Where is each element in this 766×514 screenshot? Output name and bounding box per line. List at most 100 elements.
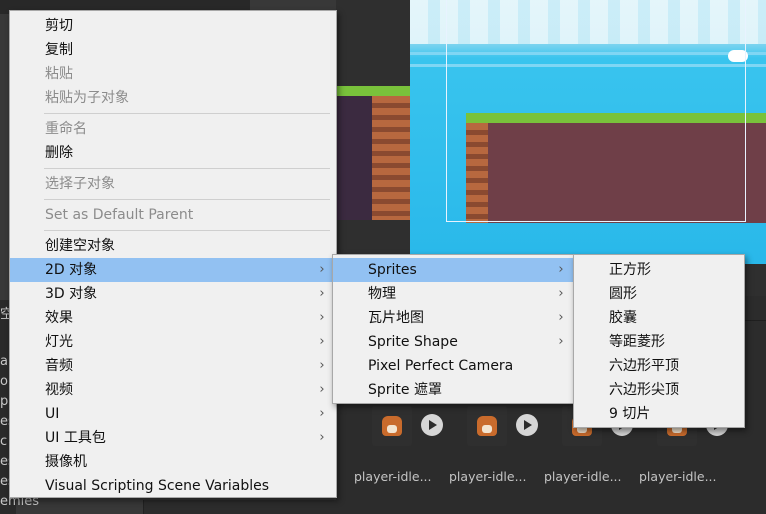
chevron-right-icon: › [319,430,325,445]
chevron-right-icon: › [319,358,325,373]
menu-item-label: 物理 [368,286,396,302]
menu-separator [44,230,330,231]
menu-item-label: 2D 对象 [45,262,98,278]
menu-item-cut[interactable]: 剪切 [10,14,336,38]
chevron-right-icon: › [319,262,325,277]
menu-item-select-children[interactable]: 选择子对象 [10,172,336,196]
asset-thumbnail[interactable] [372,406,412,446]
fox-sprite-icon [382,416,402,436]
asset-label[interactable]: player-idle... [449,469,527,484]
menu-item-label: Pixel Perfect Camera [368,358,514,374]
submenu-sprites: 正方形 圆形 胶囊 等距菱形 六边形平顶 六边形尖顶 9 切片 [573,254,745,428]
project-folder-pane [143,500,344,514]
asset-label[interactable]: player-idle... [639,469,717,484]
menu-item-3d-object[interactable]: 3D 对象 › [10,282,336,306]
menu-item-audio[interactable]: 音频 › [10,354,336,378]
menu-item-label: 选择子对象 [45,176,115,192]
chevron-right-icon: › [319,382,325,397]
submenu-item-sprites[interactable]: Sprites › [333,258,573,282]
chevron-right-icon: › [319,310,325,325]
menu-item-label: 删除 [45,145,73,161]
asset-label[interactable]: player-idle... [354,469,432,484]
menu-item-create-empty[interactable]: 创建空对象 [10,234,336,258]
menu-item-label: 等距菱形 [609,334,665,350]
hierarchy-row[interactable]: p [0,394,8,409]
menu-item-label: UI 工具包 [45,430,106,446]
sprite-item-9-sliced[interactable]: 9 切片 [574,402,744,426]
menu-item-label: 摄像机 [45,454,87,470]
sprite-item-hexagon-flat-top[interactable]: 六边形平顶 [574,354,744,378]
submenu-item-tilemap[interactable]: 瓦片地图 › [333,306,573,330]
menu-item-label: 9 切片 [609,406,651,422]
menu-item-visual-scripting-scene-variables[interactable]: Visual Scripting Scene Variables [10,474,336,498]
menu-separator [44,113,330,114]
sprite-item-square[interactable]: 正方形 [574,258,744,282]
menu-separator [44,168,330,169]
context-menu: 剪切 复制 粘贴 粘贴为子对象 重命名 删除 选择子对象 Set as Defa… [9,10,337,498]
submenu-2d-object: Sprites › 物理 › 瓦片地图 › Sprite Shape › Pixel P… [332,254,574,404]
menu-item-label: 六边形尖顶 [609,382,679,398]
chevron-right-icon: › [319,406,325,421]
submenu-item-sprite-shape[interactable]: Sprite Shape › [333,330,573,354]
menu-item-ui-toolkit[interactable]: UI 工具包 › [10,426,336,450]
menu-item-label: 正方形 [609,262,651,278]
menu-item-video[interactable]: 视频 › [10,378,336,402]
play-icon[interactable] [421,414,443,436]
menu-item-label: 瓦片地图 [368,310,424,326]
submenu-item-sprite-mask[interactable]: Sprite 遮罩 [333,378,573,402]
fox-sprite-icon [477,416,497,436]
menu-item-label: Sprites [368,262,417,278]
asset-thumbnail[interactable] [467,406,507,446]
menu-item-label: Sprite Shape [368,334,458,350]
menu-item-2d-object[interactable]: 2D 对象 › [10,258,336,282]
sprite-item-hexagon-point-top[interactable]: 六边形尖顶 [574,378,744,402]
sprite-item-circle[interactable]: 圆形 [574,282,744,306]
play-icon[interactable] [516,414,538,436]
scene-view[interactable] [336,0,766,296]
menu-item-set-default-parent[interactable]: Set as Default Parent [10,203,336,227]
menu-item-label: 剪切 [45,18,73,34]
menu-item-label: Set as Default Parent [45,207,194,223]
chevron-right-icon: › [558,310,564,325]
menu-item-label: 灯光 [45,334,73,350]
submenu-item-physics[interactable]: 物理 › [333,282,573,306]
hierarchy-row[interactable]: o [0,374,8,389]
menu-item-light[interactable]: 灯光 › [10,330,336,354]
menu-item-paste[interactable]: 粘贴 [10,62,336,86]
menu-item-rename[interactable]: 重命名 [10,117,336,141]
menu-item-label: 六边形平顶 [609,358,679,374]
menu-item-label: 3D 对象 [45,286,98,302]
chevron-right-icon: › [558,286,564,301]
submenu-item-pixel-perfect-camera[interactable]: Pixel Perfect Camera [333,354,573,378]
sprite-item-capsule[interactable]: 胶囊 [574,306,744,330]
chevron-right-icon: › [558,262,564,277]
menu-item-paste-as-child[interactable]: 粘贴为子对象 [10,86,336,110]
menu-item-label: Visual Scripting Scene Variables [45,478,270,494]
chevron-right-icon: › [319,286,325,301]
menu-item-ui[interactable]: UI › [10,402,336,426]
camera-gizmo [446,0,746,222]
chevron-right-icon: › [319,334,325,349]
menu-item-effects[interactable]: 效果 › [10,306,336,330]
menu-item-label: 粘贴 [45,66,73,82]
asset-label[interactable]: player-idle... [544,469,622,484]
menu-item-label: UI [45,406,60,422]
menu-separator [44,199,330,200]
menu-item-label: 粘贴为子对象 [45,90,129,106]
menu-item-delete[interactable]: 删除 [10,141,336,165]
hierarchy-row[interactable]: c [0,434,7,449]
menu-item-label: 复制 [45,42,73,58]
scene-dirt [372,96,410,220]
menu-item-label: 音频 [45,358,73,374]
menu-item-copy[interactable]: 复制 [10,38,336,62]
menu-item-camera[interactable]: 摄像机 [10,450,336,474]
chevron-right-icon: › [558,334,564,349]
sprite-item-isometric-diamond[interactable]: 等距菱形 [574,330,744,354]
menu-item-label: 圆形 [609,286,637,302]
menu-item-label: 效果 [45,310,73,326]
menu-item-label: 创建空对象 [45,238,115,254]
menu-item-label: 视频 [45,382,73,398]
menu-item-label: Sprite 遮罩 [368,382,442,398]
menu-item-label: 胶囊 [609,310,637,326]
menu-item-label: 重命名 [45,121,87,137]
